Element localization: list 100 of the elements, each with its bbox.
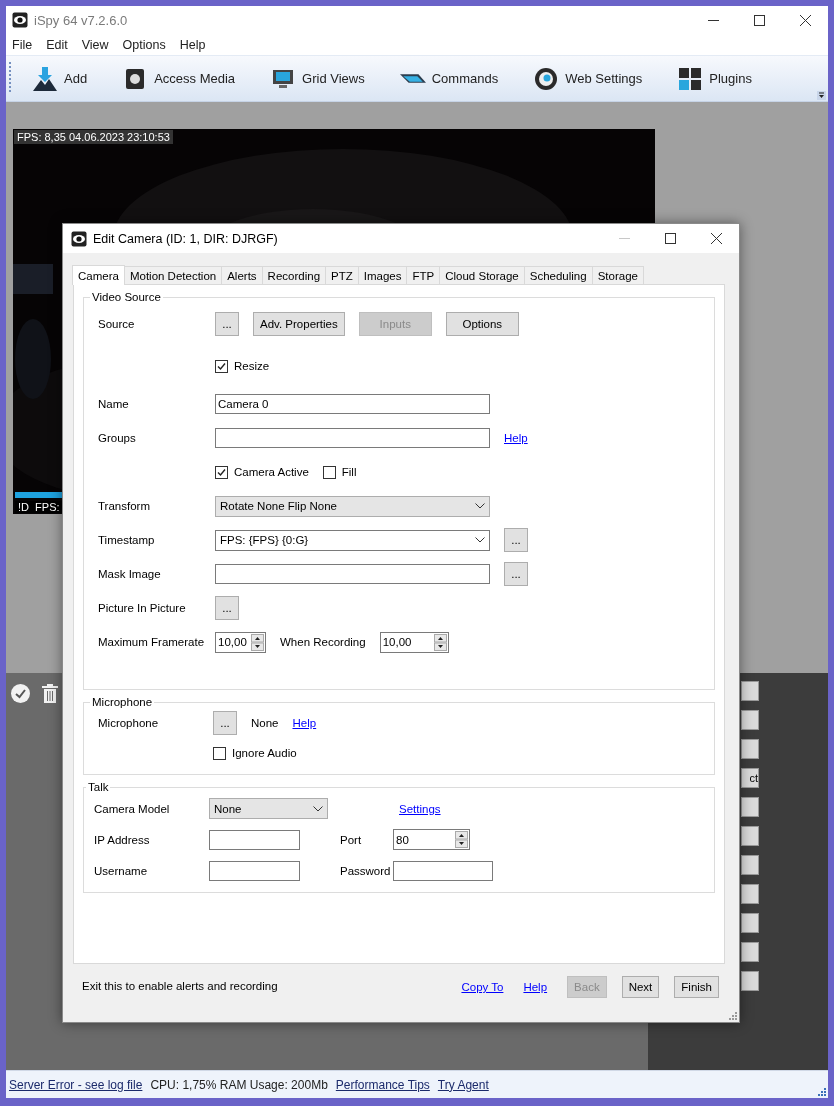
panel-button[interactable] [741,913,759,933]
push-button[interactable]: Options [445,312,519,336]
text-field[interactable]: Camera 0 [215,394,490,414]
panel-button[interactable] [741,942,759,962]
field-label: Picture In Picture [98,602,186,614]
overflow-icon[interactable] [817,91,826,100]
swoosh-icon [399,74,426,83]
resize-grip-icon[interactable] [818,1088,826,1096]
panel-button[interactable] [741,826,759,846]
camera-caption: !D FPS: [15,501,63,513]
field-label: IP Address [94,833,150,846]
number-field[interactable]: 80 [393,829,470,850]
push-button[interactable]: ... [213,711,237,735]
field-label: Microphone [98,717,159,729]
footer-link[interactable]: Copy To [461,981,504,993]
panel-button[interactable]: ct [741,768,759,788]
tab[interactable]: Cloud Storage [439,266,525,284]
checkmark-icon [216,466,227,478]
panel-button[interactable] [741,710,759,730]
camera-overlay-text: FPS: 8,35 04.06.2023 23:10:53 [14,130,173,144]
checkbox[interactable]: Camera Active [215,465,309,479]
panel-button[interactable] [741,739,759,759]
tab[interactable]: Images [357,266,408,284]
text-field[interactable] [215,428,490,448]
number-field[interactable]: 10,00 [379,631,449,653]
download-icon [32,65,58,92]
field-text: None [251,717,279,729]
field-label: Password [340,864,391,877]
field-label: Maximum Framerate [98,636,205,648]
app-eye-icon [12,12,28,28]
toolbar-button[interactable]: Add [32,65,88,92]
checkmark-icon [216,360,227,372]
field-label: Source [98,318,135,330]
chevron-icon [475,503,485,509]
menu-item[interactable]: View [81,37,109,52]
hint-text: Exit this to enable alerts and recording [82,980,278,992]
toolbar-button[interactable]: Commands [399,71,499,86]
field-label: Timestamp [98,534,155,546]
field-text: When Recording [280,636,366,648]
text-link[interactable]: Settings [399,802,441,815]
wizard-button[interactable]: Finish [674,976,719,998]
resize-grip-icon[interactable] [729,1012,737,1020]
panel-button[interactable] [741,884,759,904]
push-button[interactable]: Adv. Properties [253,312,345,336]
menu-item[interactable]: File [12,37,33,52]
panel-button[interactable] [741,681,759,701]
toolbar-button[interactable]: Web Settings [533,65,643,92]
tab[interactable]: Storage [591,266,644,284]
panel-button[interactable] [741,971,759,991]
group-title: Video Source [91,291,162,303]
menu-item[interactable]: Options [122,37,166,52]
footer-link[interactable]: Help [523,981,548,993]
toolbar-button[interactable]: Grid Views [270,65,365,92]
text-link[interactable]: Help [292,717,317,729]
push-button[interactable]: ... [504,562,528,586]
tab[interactable]: Camera [72,265,125,285]
dropdown[interactable]: None [209,798,328,819]
status-link[interactable]: Server Error - see log file [9,1077,143,1092]
push-button[interactable]: ... [504,528,528,552]
tab[interactable]: Scheduling [523,266,593,284]
field-label: Mask Image [98,568,161,580]
text-field[interactable] [209,829,300,850]
checkbox[interactable]: Resize [215,359,270,373]
menu-item[interactable]: Edit [46,37,68,52]
spin-arrows-icon [455,831,468,848]
group-title: Talk [87,781,110,793]
number-field[interactable]: 10,00 [215,631,266,653]
chevron-icon [313,805,323,812]
trash-icon[interactable] [41,684,59,703]
maximize-icon [753,14,765,26]
text-field[interactable] [215,564,490,584]
field-label: Camera Model [94,802,170,815]
check-icon[interactable] [11,684,30,703]
panel-button[interactable] [741,855,759,875]
menu-item[interactable]: Help [179,37,206,52]
spin-arrows-icon [251,633,264,651]
dropdown[interactable]: Rotate None Flip None [215,495,490,517]
field-label: Groups [98,432,136,444]
toolbar-button[interactable]: Access Media [122,65,236,92]
text-field[interactable] [209,860,300,881]
close-icon [799,14,811,26]
text-field[interactable] [393,860,493,881]
checkbox[interactable]: Ignore Audio [213,746,297,760]
toolbar-button[interactable]: Plugins [677,65,752,92]
status-link[interactable]: Try Agent [437,1077,489,1092]
push-button[interactable]: ... [215,312,239,336]
dial-icon [533,65,560,92]
wizard-button[interactable]: Next [621,976,660,998]
panel-button[interactable] [741,797,759,817]
field-label: Transform [98,500,150,512]
text-link[interactable]: Help [504,432,528,444]
checkbox[interactable]: Fill [322,465,357,479]
tab[interactable]: Recording [261,266,327,284]
field-label: Port [340,833,362,846]
dropdown[interactable]: FPS: {FPS} {0:G} [215,529,490,551]
status-text: CPU: 1,75% RAM Usage: 200Mb [150,1077,328,1092]
group-title: Microphone [91,696,154,708]
window-title: iSpy 64 v7.2.6.0 [34,12,128,28]
push-button[interactable]: ... [215,596,239,620]
status-link[interactable]: Performance Tips [335,1077,430,1092]
